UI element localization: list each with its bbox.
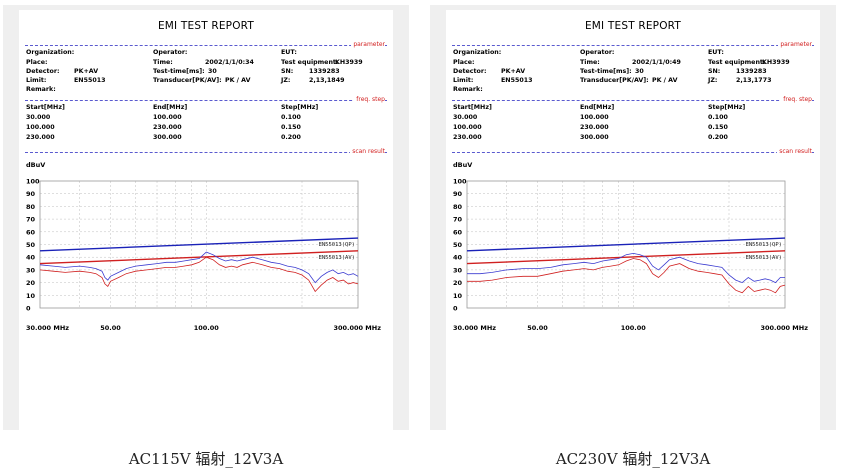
y-tick-label: 30 (26, 266, 36, 274)
y-tick-label: 90 (453, 190, 463, 198)
series-label: EN55013(AV) (746, 255, 782, 261)
y-tick-label: 70 (26, 216, 36, 224)
limit-line (466, 237, 786, 252)
emi-chart: dBuV100908070605040302010030.000 MHz 50.0… (453, 161, 808, 332)
y-tick-label: 20 (453, 279, 463, 287)
y-tick-label: 0 (26, 305, 31, 313)
limit-line (39, 237, 359, 252)
x-tick-label: 50.00 (527, 324, 548, 332)
y-tick-label: 50 (26, 241, 36, 249)
y-tick-label: 50 (453, 241, 463, 249)
report-panel-right: EMI TEST REPORT parameter Organization: … (430, 5, 836, 430)
series-label: EN55013(AV) (319, 255, 355, 261)
emi-report: EMI TEST REPORT parameter Organization: … (446, 10, 820, 430)
y-axis-title: dBuV (26, 161, 45, 169)
limit-line (466, 250, 786, 265)
y-tick-label: 70 (453, 216, 463, 224)
y-tick-label: 100 (453, 178, 467, 186)
series-label: EN55013(QP) (319, 242, 355, 248)
caption-right: AC230V 辐射_12V3A (555, 450, 711, 468)
y-tick-label: 60 (26, 228, 36, 236)
limit-line (39, 250, 359, 265)
y-tick-label: 40 (26, 254, 36, 262)
y-tick-label: 30 (453, 266, 463, 274)
y-tick-label: 60 (453, 228, 463, 236)
measurement-trace (467, 258, 786, 294)
x-tick-label: 30.000 MHz (453, 324, 496, 332)
emi-chart: dBuV100908070605040302010030.000 MHz 50.0… (26, 161, 381, 332)
report-panel-left: EMI TEST REPORT parameter Organization: … (3, 5, 409, 430)
y-tick-label: 90 (26, 190, 36, 198)
y-tick-label: 40 (453, 254, 463, 262)
emi-report: EMI TEST REPORT parameter Organization: … (19, 10, 393, 430)
x-tick-label: 100.00 (621, 324, 647, 332)
y-tick-label: 0 (453, 305, 458, 313)
y-tick-label: 80 (26, 203, 36, 211)
y-tick-label: 100 (26, 178, 40, 186)
x-tick-label: 300.000 MHz (760, 324, 808, 332)
x-tick-label: 30.000 MHz (26, 324, 69, 332)
x-tick-label: 100.00 (194, 324, 220, 332)
y-tick-label: 10 (26, 292, 36, 300)
y-tick-label: 10 (453, 292, 463, 300)
y-tick-label: 20 (26, 279, 36, 287)
x-tick-label: 300.000 MHz (333, 324, 381, 332)
y-axis-title: dBuV (453, 161, 472, 169)
caption-left: AC115V 辐射_12V3A (128, 450, 284, 468)
y-tick-label: 80 (453, 203, 463, 211)
series-label: EN55013(QP) (746, 242, 782, 248)
x-tick-label: 50.00 (100, 324, 121, 332)
